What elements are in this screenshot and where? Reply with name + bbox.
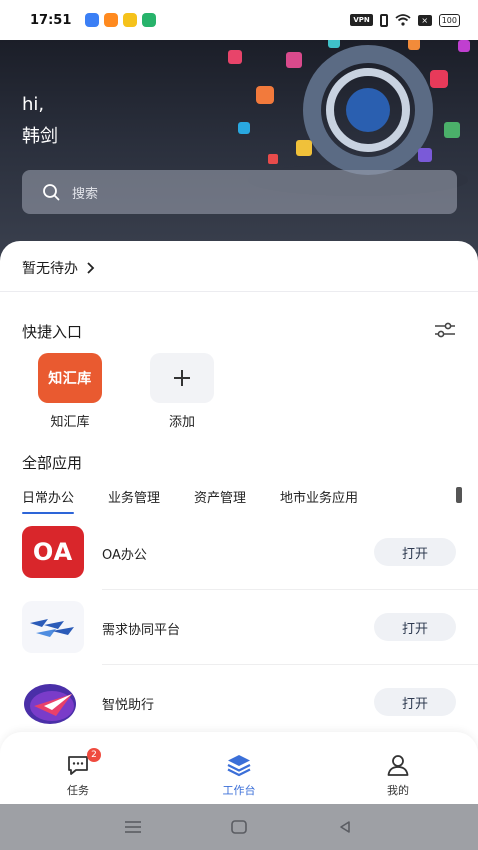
- back-triangle-icon: [340, 821, 350, 833]
- home-square-icon: [231, 820, 247, 834]
- quick-entry-label: 添加: [168, 415, 195, 430]
- plus-icon: [150, 353, 214, 403]
- collaboration-app-icon: [22, 601, 84, 653]
- quick-entry-title: 快捷入口: [22, 323, 83, 341]
- header-banner: hi, 韩剑 搜索: [0, 40, 478, 265]
- home-button[interactable]: [228, 818, 250, 836]
- open-zhiyue-button[interactable]: 打开: [374, 688, 456, 716]
- todo-label: 暂无待办: [22, 261, 78, 277]
- menu-button[interactable]: [122, 818, 144, 836]
- tab-business-management[interactable]: 业务管理: [108, 487, 160, 514]
- task-count-badge: 2: [87, 748, 101, 762]
- bottom-navigation: 2 任务 工作台 我的: [0, 732, 478, 804]
- tab-daily-office[interactable]: 日常办公: [22, 487, 75, 514]
- status-time: 17:51: [30, 12, 72, 28]
- open-oa-button[interactable]: 打开: [374, 538, 456, 566]
- search-input[interactable]: 搜索: [22, 170, 457, 214]
- nav-label: 工作台: [222, 784, 256, 797]
- notification-icon: [142, 13, 157, 27]
- greeting-text: hi,: [22, 94, 45, 115]
- settings-sliders-icon[interactable]: [434, 321, 456, 339]
- chevron-right-icon: [87, 262, 95, 274]
- layers-icon: [227, 755, 251, 777]
- quick-entry-label: 知汇库: [50, 415, 90, 430]
- vpn-badge: VPN: [350, 14, 373, 26]
- nav-tasks[interactable]: 2 任务: [38, 748, 118, 798]
- tab-city-business-apps[interactable]: 地市业务应用: [280, 487, 358, 514]
- notification-icons: [85, 13, 157, 27]
- status-indicators: VPN × 100: [350, 13, 460, 27]
- app-name: OA办公: [102, 548, 147, 563]
- app-row-oa[interactable]: OA OA办公 打开: [0, 516, 478, 590]
- menu-icon: [125, 821, 141, 833]
- notification-icon: [85, 13, 100, 27]
- status-bar: 17:51 VPN × 100: [0, 0, 478, 40]
- app-name: 智悦助行: [102, 698, 155, 713]
- app-row-zhiyue[interactable]: 智悦助行 打开: [0, 666, 478, 740]
- vibrate-icon: [379, 13, 388, 27]
- divider: [0, 291, 478, 292]
- tab-asset-management[interactable]: 资产管理: [194, 487, 246, 514]
- back-button[interactable]: [334, 818, 356, 836]
- notification-icon: [104, 13, 119, 27]
- app-name: 需求协同平台: [102, 623, 181, 638]
- system-navigation-bar: [0, 804, 478, 850]
- oa-app-icon: OA: [22, 526, 84, 578]
- tab-overflow-indicator[interactable]: [456, 487, 462, 503]
- open-xuqiu-button[interactable]: 打开: [374, 613, 456, 641]
- user-name: 韩剑: [22, 126, 58, 147]
- notification-icon: [123, 13, 138, 27]
- all-apps-title: 全部应用: [22, 454, 83, 472]
- search-placeholder: 搜索: [72, 186, 99, 202]
- wifi-icon: [395, 14, 411, 26]
- app-category-tabs: 日常办公 业务管理 资产管理 地市业务应用: [22, 487, 392, 514]
- nav-label: 我的: [387, 784, 409, 797]
- app-row-xuqiu[interactable]: 需求协同平台 打开: [0, 591, 478, 665]
- main-panel: 暂无待办 快捷入口 知汇库 知汇库 添加 全部应用 日常办公 业务管理 资产管理…: [0, 241, 478, 801]
- no-sim-icon: ×: [417, 14, 432, 26]
- divider: [102, 664, 478, 665]
- nav-label: 任务: [67, 784, 89, 797]
- search-icon: [43, 184, 60, 201]
- zhihuiku-icon: 知汇库: [38, 353, 102, 403]
- todo-link[interactable]: 暂无待办: [22, 258, 95, 278]
- nav-profile[interactable]: 我的: [358, 752, 438, 798]
- nav-workbench[interactable]: 工作台: [199, 752, 279, 798]
- user-icon: [387, 755, 409, 776]
- quick-entry-add-button[interactable]: 添加: [150, 353, 214, 430]
- battery-icon: 100: [438, 13, 460, 27]
- divider: [102, 589, 478, 590]
- zhiyue-app-icon: [22, 676, 84, 728]
- quick-entry-zhihuiku[interactable]: 知汇库 知汇库: [38, 353, 102, 430]
